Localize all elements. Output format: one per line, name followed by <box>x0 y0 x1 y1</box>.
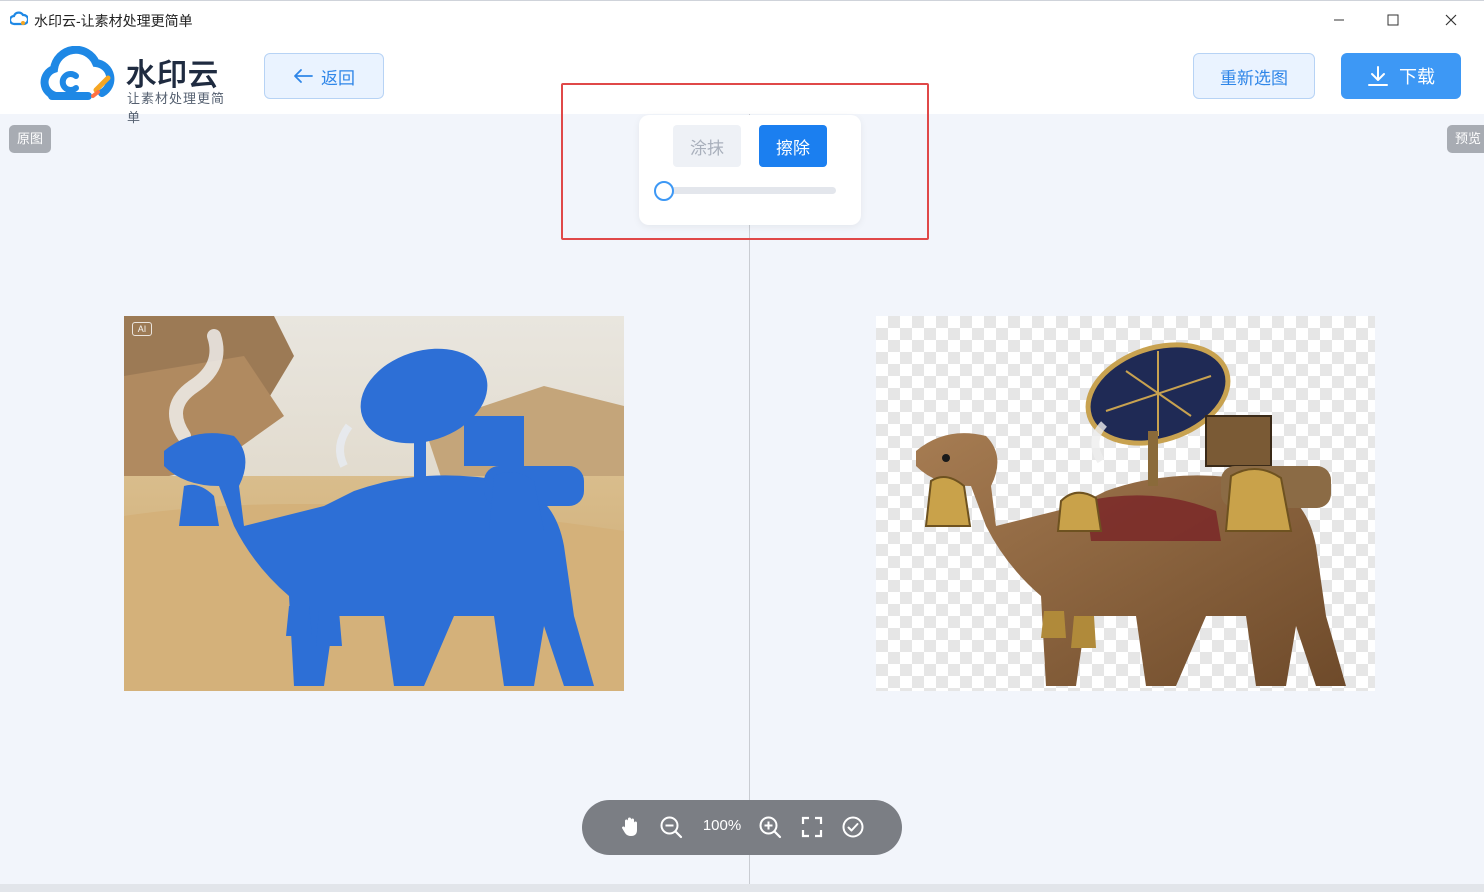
smear-tool-button[interactable]: 涂抹 <box>673 125 741 167</box>
back-button-label: 返回 <box>321 68 355 88</box>
download-button-label: 下载 <box>1399 67 1435 87</box>
original-image-canvas <box>124 316 624 691</box>
logo-cloud-icon <box>40 46 115 100</box>
window-title: 水印云-让素材处理更简单 <box>34 13 193 29</box>
brush-size-slider-thumb[interactable] <box>654 181 674 201</box>
back-button[interactable]: 返回 <box>264 53 384 99</box>
logo-subtitle: 让素材处理更简单 <box>127 91 226 125</box>
erase-tool-button[interactable]: 擦除 <box>759 125 827 167</box>
minimize-button[interactable] <box>1316 1 1362 39</box>
fullscreen-icon <box>801 816 823 838</box>
zoom-in-icon <box>759 816 782 839</box>
minimize-icon <box>1334 19 1344 21</box>
confirm-button[interactable] <box>839 813 867 841</box>
app-header: 水印云 让素材处理更简单 返回 重新选图 下载 <box>0 38 1484 125</box>
app-cloud-icon <box>10 11 28 26</box>
close-icon <box>1445 14 1457 26</box>
logo: 水印云 让素材处理更简单 <box>38 46 238 125</box>
original-tag: 原图 <box>9 125 52 153</box>
pan-tool-button[interactable] <box>616 813 644 841</box>
maximize-icon <box>1387 14 1399 26</box>
hand-icon <box>622 817 637 836</box>
brush-size-slider[interactable] <box>655 187 836 194</box>
window-bottom-edge <box>0 884 1484 892</box>
preview-tag: 预览 <box>1447 125 1484 153</box>
check-circle-icon <box>842 816 864 838</box>
zoom-level: 100% <box>702 817 742 834</box>
close-button[interactable] <box>1428 1 1474 39</box>
arrow-left-icon <box>294 69 313 83</box>
maximize-button[interactable] <box>1370 1 1416 39</box>
view-toolbar: 100% <box>582 800 902 855</box>
zoom-out-icon <box>660 816 683 839</box>
reselect-button-label: 重新选图 <box>1220 68 1288 88</box>
compare-divider[interactable] <box>749 114 750 884</box>
download-icon <box>1368 66 1388 86</box>
brush-tool-panel: 涂抹 擦除 <box>639 115 861 225</box>
ai-badge: AI <box>132 322 152 336</box>
original-image[interactable]: AI <box>124 316 624 691</box>
preview-image[interactable] <box>876 316 1375 691</box>
download-button[interactable]: 下载 <box>1341 53 1461 99</box>
zoom-in-button[interactable] <box>756 813 784 841</box>
fullscreen-button[interactable] <box>798 813 826 841</box>
reselect-image-button[interactable]: 重新选图 <box>1193 53 1315 99</box>
title-bar: 水印云-让素材处理更简单 <box>0 0 1484 38</box>
zoom-out-button[interactable] <box>657 813 685 841</box>
preview-image-canvas <box>916 342 1346 686</box>
